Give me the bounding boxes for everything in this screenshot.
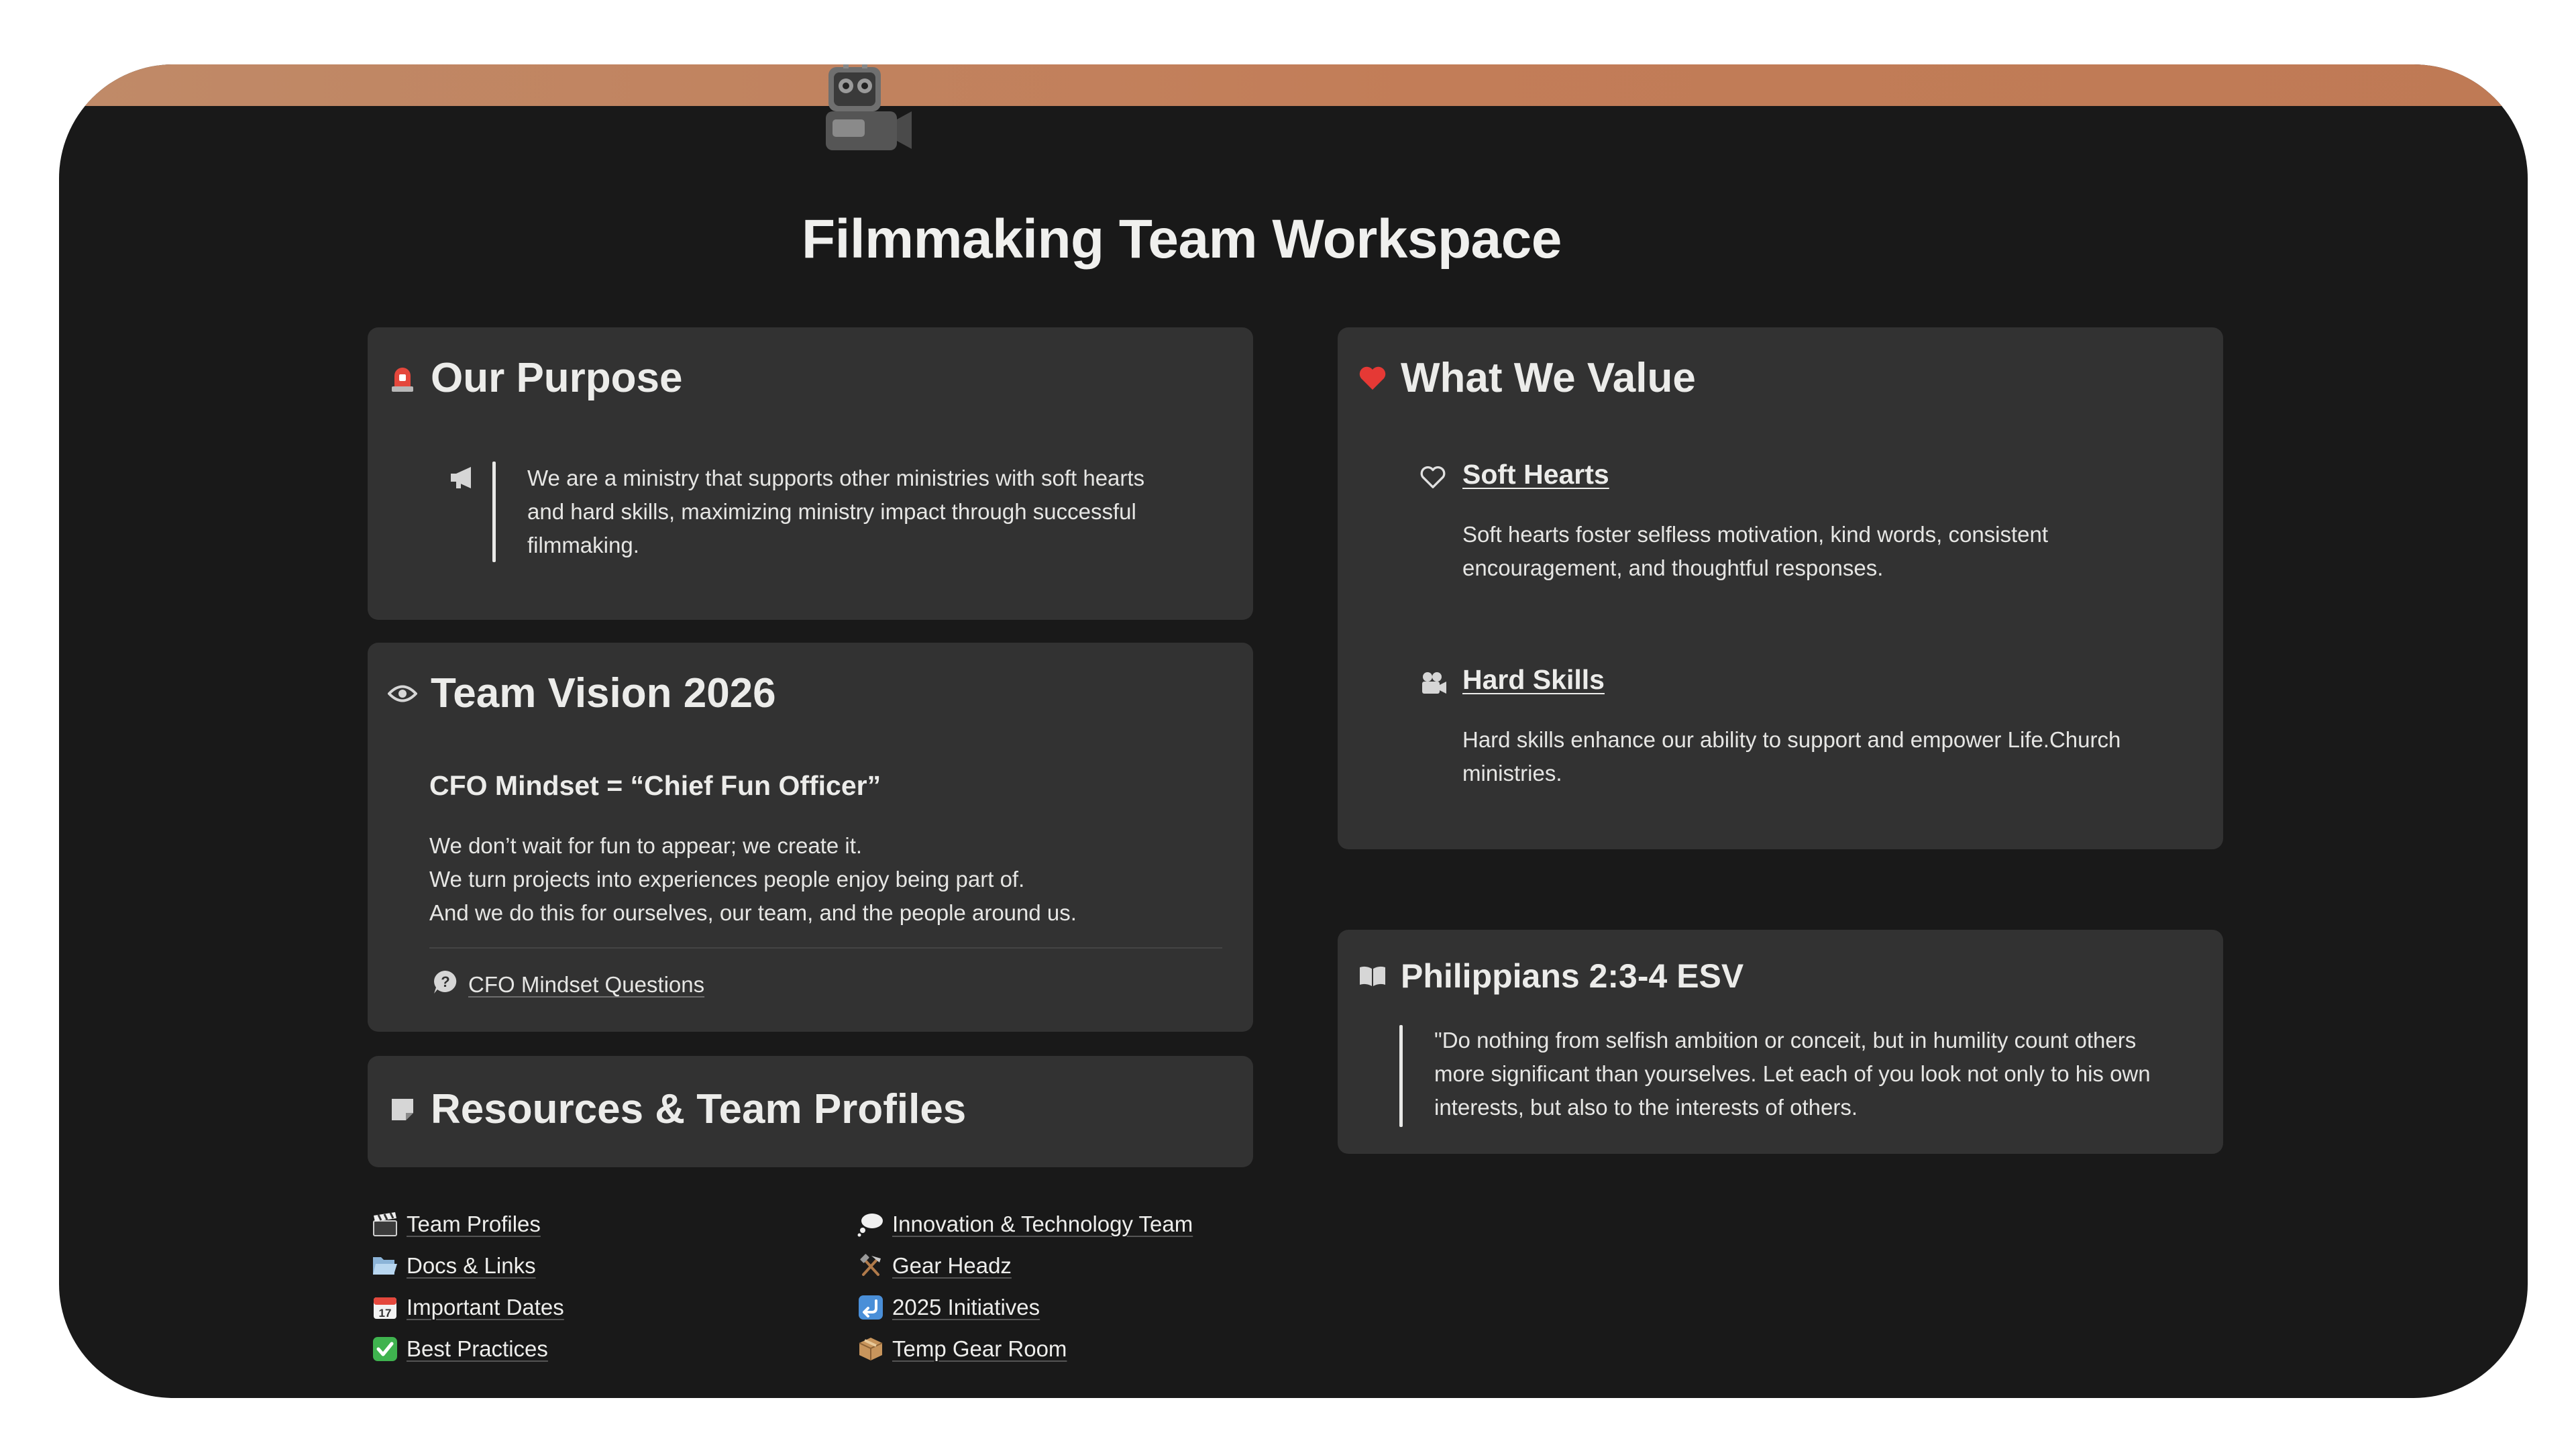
question-bubble-icon: ? [432, 969, 459, 1001]
resource-docs-links[interactable]: Docs & Links [370, 1249, 536, 1283]
purpose-heading: Our Purpose [388, 354, 683, 402]
vision-heading: Team Vision 2026 [388, 669, 776, 717]
hammer-pick-icon [856, 1251, 885, 1281]
resources-card: Resources & Team Profiles [368, 1056, 1253, 1167]
resource-label: Best Practices [407, 1336, 548, 1361]
cfo-questions-link[interactable]: ? CFO Mindset Questions [432, 969, 704, 1001]
package-icon [856, 1334, 885, 1364]
clapperboard-icon [370, 1210, 400, 1239]
resources-title: Resources & Team Profiles [431, 1086, 967, 1132]
resource-label: Docs & Links [407, 1253, 536, 1278]
thought-bubble-icon [856, 1210, 885, 1239]
open-book-icon [1358, 961, 1387, 991]
movie-camera-icon [1419, 671, 1448, 700]
open-folder-icon [370, 1251, 400, 1281]
resource-innovation-technology-team[interactable]: Innovation & Technology Team [856, 1208, 1193, 1241]
vision-divider [429, 947, 1222, 949]
hard-skills-link[interactable]: Hard Skills [1462, 664, 1605, 696]
vision-title: Team Vision 2026 [431, 670, 776, 716]
scripture-card: Philippians 2:3-4 ESV "Do nothing from s… [1338, 930, 2223, 1154]
resources-heading: Resources & Team Profiles [388, 1085, 966, 1133]
vision-line-1[interactable]: We don’t wait for fun to appear; we crea… [429, 829, 862, 863]
red-heart-icon [1358, 364, 1387, 393]
vision-line-2[interactable]: We turn projects into experiences people… [429, 863, 1024, 896]
resource-temp-gear-room[interactable]: Temp Gear Room [856, 1332, 1067, 1366]
check-mark-icon [370, 1334, 400, 1364]
calendar-icon: 17 [370, 1293, 400, 1322]
purpose-card: Our Purpose We are a ministry that suppo… [368, 327, 1253, 620]
svg-text:17: 17 [379, 1307, 392, 1320]
resource-label: Team Profiles [407, 1212, 541, 1236]
cfo-questions-label: CFO Mindset Questions [468, 972, 705, 997]
vision-line-3[interactable]: And we do this for ourselves, our team, … [429, 896, 1077, 930]
soft-hearts-text[interactable]: Soft hearts foster selfless motivation, … [1462, 518, 2160, 585]
movie-camera-robot-icon[interactable] [802, 64, 916, 156]
values-heading: What We Value [1358, 354, 1696, 402]
page-cover[interactable] [59, 64, 2528, 106]
purpose-text[interactable]: We are a ministry that supports other mi… [527, 462, 1171, 562]
resource-label: Temp Gear Room [892, 1336, 1067, 1361]
hard-skills-text[interactable]: Hard skills enhance our ability to suppo… [1462, 723, 2174, 790]
scripture-quote-bar [1399, 1025, 1403, 1127]
resource-2025-initiatives[interactable]: 2025 Initiatives [856, 1291, 1040, 1324]
heart-outline-icon [1419, 466, 1446, 493]
note-icon [388, 1095, 417, 1124]
vision-card: Team Vision 2026 CFO Mindset = “Chief Fu… [368, 643, 1253, 1032]
eye-icon [388, 679, 417, 708]
soft-hearts-link[interactable]: Soft Hearts [1462, 459, 1609, 490]
purpose-quote-bar [492, 462, 496, 562]
resource-label: Gear Headz [892, 1253, 1012, 1278]
return-arrow-icon [856, 1293, 885, 1322]
vision-subtitle[interactable]: CFO Mindset = “Chief Fun Officer” [429, 770, 881, 802]
resource-team-profiles[interactable]: Team Profiles [370, 1208, 541, 1241]
scripture-title: Philippians 2:3-4 ESV [1401, 957, 1744, 995]
values-title: What We Value [1401, 355, 1696, 401]
scripture-heading: Philippians 2:3-4 ESV [1358, 957, 1743, 996]
resource-label: Important Dates [407, 1295, 564, 1320]
scripture-text[interactable]: "Do nothing from selfish ambition or con… [1434, 1024, 2165, 1124]
resource-label: 2025 Initiatives [892, 1295, 1040, 1320]
values-card: What We Value Soft Hearts Soft hearts fo… [1338, 327, 2223, 849]
page-title[interactable]: Filmmaking Team Workspace [802, 208, 1562, 271]
resource-important-dates[interactable]: 17 Important Dates [370, 1291, 564, 1324]
workspace-page: Filmmaking Team Workspace Our Purpose We… [59, 64, 2528, 1398]
resource-best-practices[interactable]: Best Practices [370, 1332, 548, 1366]
resource-label: Innovation & Technology Team [892, 1212, 1193, 1236]
purpose-title: Our Purpose [431, 355, 683, 401]
megaphone-icon [449, 466, 476, 493]
svg-text:?: ? [441, 973, 449, 990]
rotating-light-icon [388, 364, 417, 393]
resource-gear-headz[interactable]: Gear Headz [856, 1249, 1012, 1283]
